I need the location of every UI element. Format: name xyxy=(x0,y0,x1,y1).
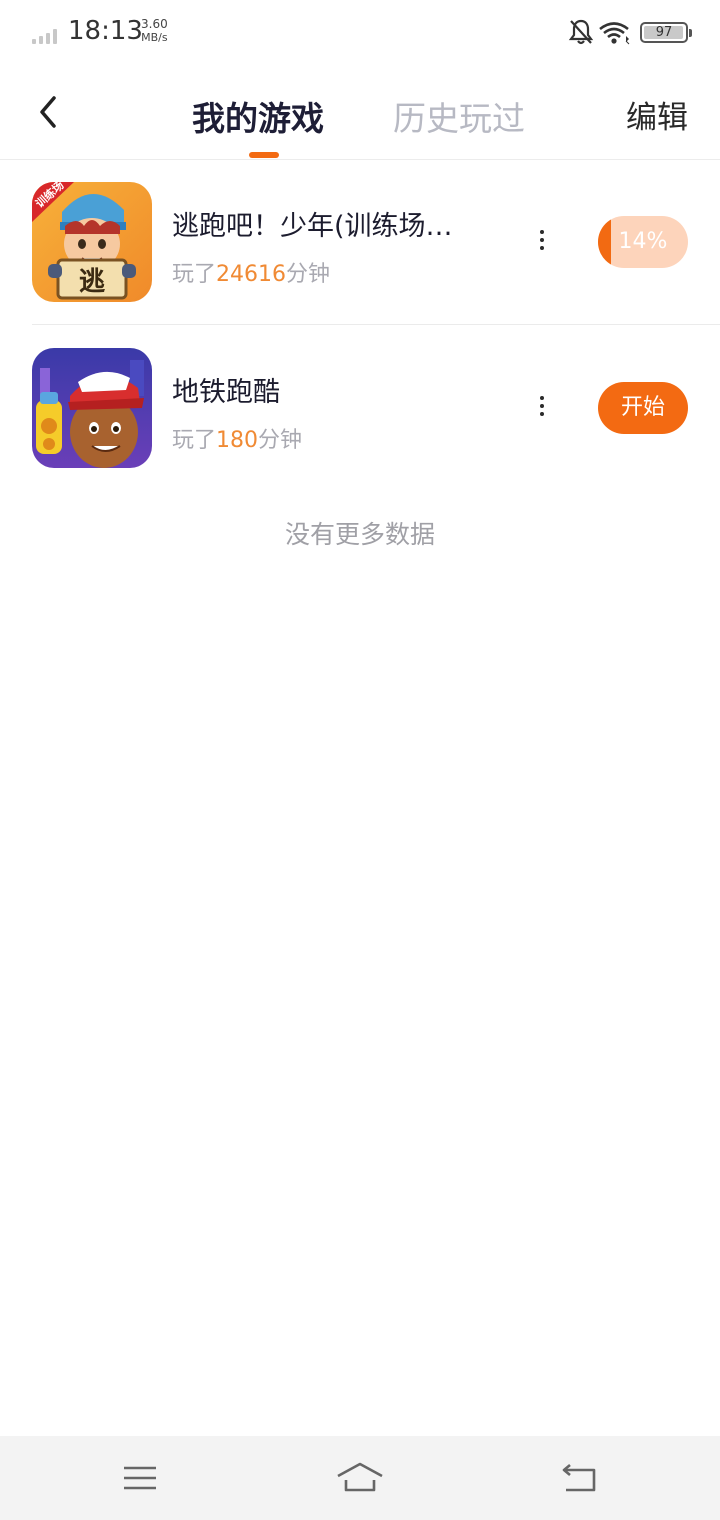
play-time: 玩了180分钟 xyxy=(172,422,302,454)
play-time-minutes: 24616 xyxy=(216,262,287,287)
network-speed-value: 3.60 xyxy=(141,17,168,31)
more-options-icon[interactable] xyxy=(532,228,552,256)
status-bar: 18:13 3.60 MB/s 97 xyxy=(0,0,720,66)
tab-my-games[interactable]: 我的游戏 xyxy=(192,92,324,140)
list-item[interactable]: 地铁跑酷 玩了180分钟 开始 xyxy=(32,326,720,491)
play-time-suffix: 分钟 xyxy=(286,262,331,287)
network-speed-unit: MB/s xyxy=(141,31,168,44)
icon-char: 逃 xyxy=(79,267,105,297)
back-icon[interactable] xyxy=(560,1458,600,1498)
status-time: 18:13 xyxy=(68,16,143,46)
active-tab-indicator xyxy=(249,152,279,158)
game-name: 逃跑吧！少年(训练场… xyxy=(172,211,453,242)
battery-level: 97 xyxy=(655,25,673,40)
play-time-prefix: 玩了 xyxy=(172,428,217,453)
play-time-prefix: 玩了 xyxy=(172,262,217,287)
network-speed: 3.60 MB/s xyxy=(141,17,168,45)
escape-game-artwork: 逃 训练场 xyxy=(32,182,152,302)
edit-button[interactable]: 编辑 xyxy=(626,92,688,137)
start-button[interactable]: 开始 xyxy=(598,382,688,434)
bell-off-icon xyxy=(568,19,594,45)
back-arrow-icon[interactable] xyxy=(32,92,66,132)
signal-icon xyxy=(32,24,62,44)
menu-icon[interactable] xyxy=(120,1458,160,1498)
progress-label: 14% xyxy=(618,229,668,254)
home-icon[interactable] xyxy=(336,1458,384,1498)
more-options-icon[interactable] xyxy=(532,394,552,422)
system-nav-bar xyxy=(0,1436,720,1520)
download-progress-button[interactable]: 14% xyxy=(598,216,688,268)
header: 我的游戏 历史玩过 编辑 xyxy=(0,66,720,160)
game-icon-escape[interactable]: 逃 训练场 xyxy=(32,182,152,302)
wifi-icon xyxy=(599,22,630,45)
game-icon-subway[interactable] xyxy=(32,348,152,468)
battery-icon: 97 xyxy=(640,22,692,43)
tab-history-played[interactable]: 历史玩过 xyxy=(393,92,525,140)
game-name: 地铁跑酷 xyxy=(172,377,280,408)
play-time: 玩了24616分钟 xyxy=(172,256,330,288)
play-time-suffix: 分钟 xyxy=(258,428,303,453)
play-time-minutes: 180 xyxy=(216,428,259,453)
no-more-data-text: 没有更多数据 xyxy=(284,520,435,549)
list-item[interactable]: 逃 训练场 逃跑吧！少年(训练场… 玩了24616分钟 14% xyxy=(32,160,720,325)
subway-game-artwork xyxy=(32,348,152,468)
